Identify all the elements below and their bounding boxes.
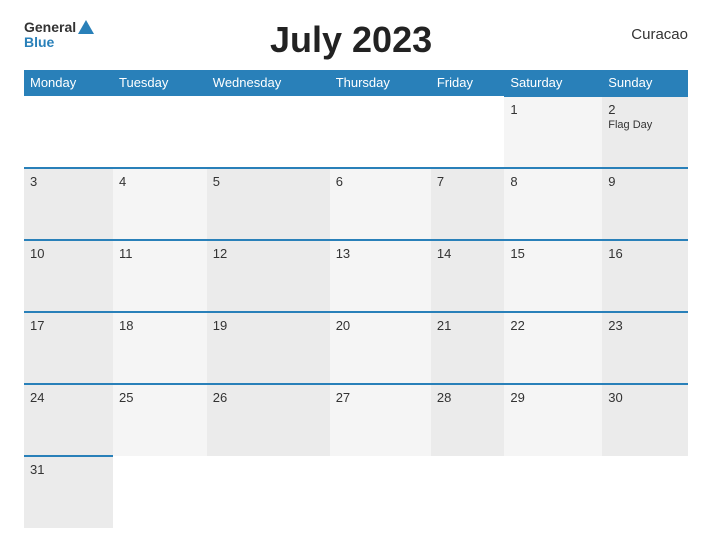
col-header-friday: Friday (431, 70, 505, 96)
calendar-cell: 1 (504, 96, 602, 168)
day-number: 27 (336, 390, 425, 405)
week-row-5: 24 25 26 27 28 29 30 (24, 384, 688, 456)
calendar-cell: 15 (504, 240, 602, 312)
day-number: 31 (30, 462, 107, 477)
calendar-cell: 19 (207, 312, 330, 384)
day-number: 3 (30, 174, 107, 189)
calendar-cell: 5 (207, 168, 330, 240)
day-number: 18 (119, 318, 201, 333)
calendar-cell (113, 96, 207, 168)
day-number: 20 (336, 318, 425, 333)
calendar-container: General Blue July 2023 Curacao MondayTue… (0, 0, 712, 550)
calendar-cell: 4 (113, 168, 207, 240)
day-number: 23 (608, 318, 682, 333)
calendar-cell: 17 (24, 312, 113, 384)
calendar-cell: 14 (431, 240, 505, 312)
week-row-6: 31 (24, 456, 688, 528)
calendar-cell: 20 (330, 312, 431, 384)
calendar-cell: 25 (113, 384, 207, 456)
logo-general-text: General (24, 20, 76, 34)
day-number: 22 (510, 318, 596, 333)
day-number: 14 (437, 246, 499, 261)
calendar-cell (330, 96, 431, 168)
col-header-monday: Monday (24, 70, 113, 96)
col-header-sunday: Sunday (602, 70, 688, 96)
calendar-cell (602, 456, 688, 528)
day-number: 21 (437, 318, 499, 333)
calendar-cell: 23 (602, 312, 688, 384)
day-number: 30 (608, 390, 682, 405)
day-number: 15 (510, 246, 596, 261)
calendar-cell: 7 (431, 168, 505, 240)
col-header-wednesday: Wednesday (207, 70, 330, 96)
week-row-2: 3456789 (24, 168, 688, 240)
day-number: 9 (608, 174, 682, 189)
calendar-cell: 11 (113, 240, 207, 312)
calendar-cell (113, 456, 207, 528)
day-number: 4 (119, 174, 201, 189)
day-number: 13 (336, 246, 425, 261)
day-number: 29 (510, 390, 596, 405)
logo-area: General Blue (24, 20, 94, 50)
day-event: Flag Day (608, 119, 682, 131)
day-number: 5 (213, 174, 324, 189)
calendar-cell: 24 (24, 384, 113, 456)
calendar-cell: 28 (431, 384, 505, 456)
col-header-tuesday: Tuesday (113, 70, 207, 96)
day-number: 16 (608, 246, 682, 261)
calendar-cell: 2 Flag Day (602, 96, 688, 168)
day-number: 19 (213, 318, 324, 333)
day-number: 1 (510, 102, 596, 117)
calendar-cell: 6 (330, 168, 431, 240)
calendar-cell (207, 456, 330, 528)
calendar-cell (504, 456, 602, 528)
calendar-cell: 22 (504, 312, 602, 384)
col-header-saturday: Saturday (504, 70, 602, 96)
region-label: Curacao (608, 20, 688, 43)
day-number: 12 (213, 246, 324, 261)
calendar-title: July 2023 (94, 20, 608, 60)
col-header-thursday: Thursday (330, 70, 431, 96)
logo-blue-text: Blue (24, 34, 54, 50)
calendar-cell: 21 (431, 312, 505, 384)
calendar-header: General Blue July 2023 Curacao (24, 20, 688, 60)
calendar-cell: 12 (207, 240, 330, 312)
day-number: 28 (437, 390, 499, 405)
calendar-cell: 18 (113, 312, 207, 384)
day-number: 25 (119, 390, 201, 405)
calendar-cell: 16 (602, 240, 688, 312)
calendar-cell (330, 456, 431, 528)
calendar-cell: 9 (602, 168, 688, 240)
week-row-3: 10 11 12 13 14 15 16 (24, 240, 688, 312)
calendar-cell: 29 (504, 384, 602, 456)
day-number: 6 (336, 174, 425, 189)
calendar-cell (24, 96, 113, 168)
calendar-cell: 8 (504, 168, 602, 240)
week-row-4: 17 18 19 20 21 22 23 (24, 312, 688, 384)
calendar-cell: 31 (24, 456, 113, 528)
calendar-cell: 30 (602, 384, 688, 456)
calendar-cell (431, 456, 505, 528)
day-number: 24 (30, 390, 107, 405)
day-number: 26 (213, 390, 324, 405)
calendar-table: MondayTuesdayWednesdayThursdayFridaySatu… (24, 70, 688, 528)
calendar-cell: 3 (24, 168, 113, 240)
day-number: 8 (510, 174, 596, 189)
day-number: 17 (30, 318, 107, 333)
calendar-cell: 26 (207, 384, 330, 456)
day-number: 11 (119, 246, 201, 261)
day-number: 2 (608, 102, 682, 117)
week-row-1: 12 Flag Day (24, 96, 688, 168)
calendar-cell (207, 96, 330, 168)
logo-triangle-icon (78, 20, 94, 34)
day-number: 10 (30, 246, 107, 261)
calendar-cell (431, 96, 505, 168)
day-number: 7 (437, 174, 499, 189)
calendar-cell: 10 (24, 240, 113, 312)
calendar-header-row: MondayTuesdayWednesdayThursdayFridaySatu… (24, 70, 688, 96)
calendar-cell: 13 (330, 240, 431, 312)
calendar-cell: 27 (330, 384, 431, 456)
